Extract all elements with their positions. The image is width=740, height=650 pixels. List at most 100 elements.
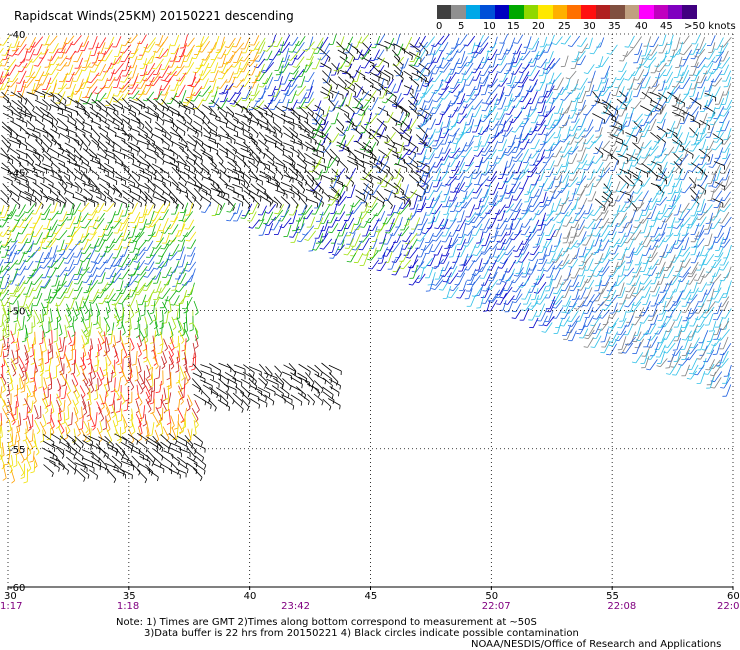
wind-barb <box>483 64 491 76</box>
wind-barb <box>306 41 315 52</box>
wind-barb <box>714 86 721 97</box>
wind-barb <box>434 35 445 47</box>
wind-barb <box>427 139 435 148</box>
wind-barb-feather <box>130 221 135 224</box>
wind-barb-feather <box>175 199 178 203</box>
wind-barb-feather <box>329 199 334 201</box>
wind-barb-feather <box>424 74 429 77</box>
wind-barb <box>436 50 444 63</box>
wind-barb <box>444 69 453 82</box>
wind-barb <box>168 106 180 113</box>
wind-barb <box>265 167 276 175</box>
wind-barb-feather <box>639 124 644 127</box>
wind-barb <box>564 55 569 67</box>
wind-barb <box>82 182 94 188</box>
wind-barb-feather <box>293 51 298 53</box>
wind-barb-feather <box>392 75 394 80</box>
wind-barb-feather <box>259 197 262 202</box>
wind-barb <box>140 34 147 44</box>
wind-barb-feather <box>257 204 260 209</box>
wind-barb <box>480 42 489 54</box>
wind-barb-feather <box>209 148 212 153</box>
wind-barb-feather <box>302 217 307 220</box>
wind-barb <box>318 225 325 239</box>
wind-barb-feather <box>699 105 702 110</box>
wind-barb <box>90 111 101 119</box>
wind-barb <box>272 112 285 121</box>
wind-barb-feather <box>562 225 567 227</box>
wind-barb-feather <box>128 56 133 59</box>
wind-barb <box>519 126 525 139</box>
wind-barb-feather <box>94 219 99 222</box>
wind-barb <box>715 141 723 151</box>
wind-barb <box>399 203 410 215</box>
wind-barb <box>633 36 642 49</box>
wind-barb <box>239 170 251 180</box>
wind-barb <box>697 56 707 68</box>
wind-barb <box>546 62 556 74</box>
wind-barb-feather <box>364 167 366 172</box>
wind-barb-feather <box>569 172 574 175</box>
wind-barb-feather <box>351 182 354 187</box>
wind-barb <box>515 174 521 185</box>
wind-barb <box>227 187 239 195</box>
wind-barb <box>252 219 260 229</box>
wind-barb <box>683 35 690 45</box>
wind-barb <box>503 33 509 44</box>
wind-barb-feather <box>248 121 252 126</box>
wind-barb-feather <box>87 81 92 84</box>
wind-barb <box>283 142 294 147</box>
wind-barb-feather <box>350 128 355 131</box>
wind-barb-feather <box>519 125 524 128</box>
wind-barb <box>461 70 467 83</box>
wind-barb <box>466 161 474 172</box>
wind-barb <box>580 55 586 65</box>
wind-barb <box>36 43 43 56</box>
wind-barb <box>628 112 633 127</box>
wind-barb <box>522 92 529 103</box>
wind-barb <box>25 142 37 151</box>
wind-barb <box>453 211 459 222</box>
wind-barb-feather <box>401 177 404 182</box>
wind-barb <box>200 195 211 203</box>
wind-barb <box>117 223 123 234</box>
wind-barb-feather <box>484 184 490 187</box>
wind-barb <box>254 83 259 96</box>
wind-barb <box>352 127 363 136</box>
wind-barb-feather <box>360 226 365 228</box>
wind-barb-feather <box>276 203 278 208</box>
wind-barb <box>52 43 59 54</box>
wind-barb <box>554 189 563 199</box>
wind-barb <box>703 99 709 112</box>
wind-barb <box>235 42 245 53</box>
wind-barb-feather <box>673 227 678 229</box>
wind-barb-feather <box>40 196 43 201</box>
wind-barb <box>192 153 203 161</box>
wind-barb-feather <box>74 176 77 181</box>
wind-barb <box>594 134 603 144</box>
wind-barb <box>345 104 355 113</box>
wind-barb <box>375 35 381 48</box>
wind-barb <box>441 34 450 45</box>
wind-barb <box>427 134 433 146</box>
wind-barb-feather <box>197 133 199 138</box>
wind-barb <box>462 103 468 115</box>
wind-barb <box>256 147 266 156</box>
wind-barb <box>338 159 348 170</box>
wind-barb <box>362 208 370 219</box>
wind-barb <box>106 219 113 230</box>
wind-barb <box>299 223 305 233</box>
wind-barb <box>499 42 505 55</box>
wind-barb <box>475 217 485 228</box>
wind-barb <box>532 69 540 81</box>
wind-barb-feather <box>518 71 523 74</box>
wind-barb <box>149 210 155 225</box>
wind-barb-feather <box>9 193 13 198</box>
wind-barb <box>68 54 73 67</box>
wind-barb <box>705 204 713 214</box>
wind-barb <box>636 84 643 97</box>
wind-barb <box>517 34 524 44</box>
wind-barb <box>27 127 41 134</box>
wind-barb-feather <box>183 131 186 136</box>
wind-barb <box>457 98 466 112</box>
